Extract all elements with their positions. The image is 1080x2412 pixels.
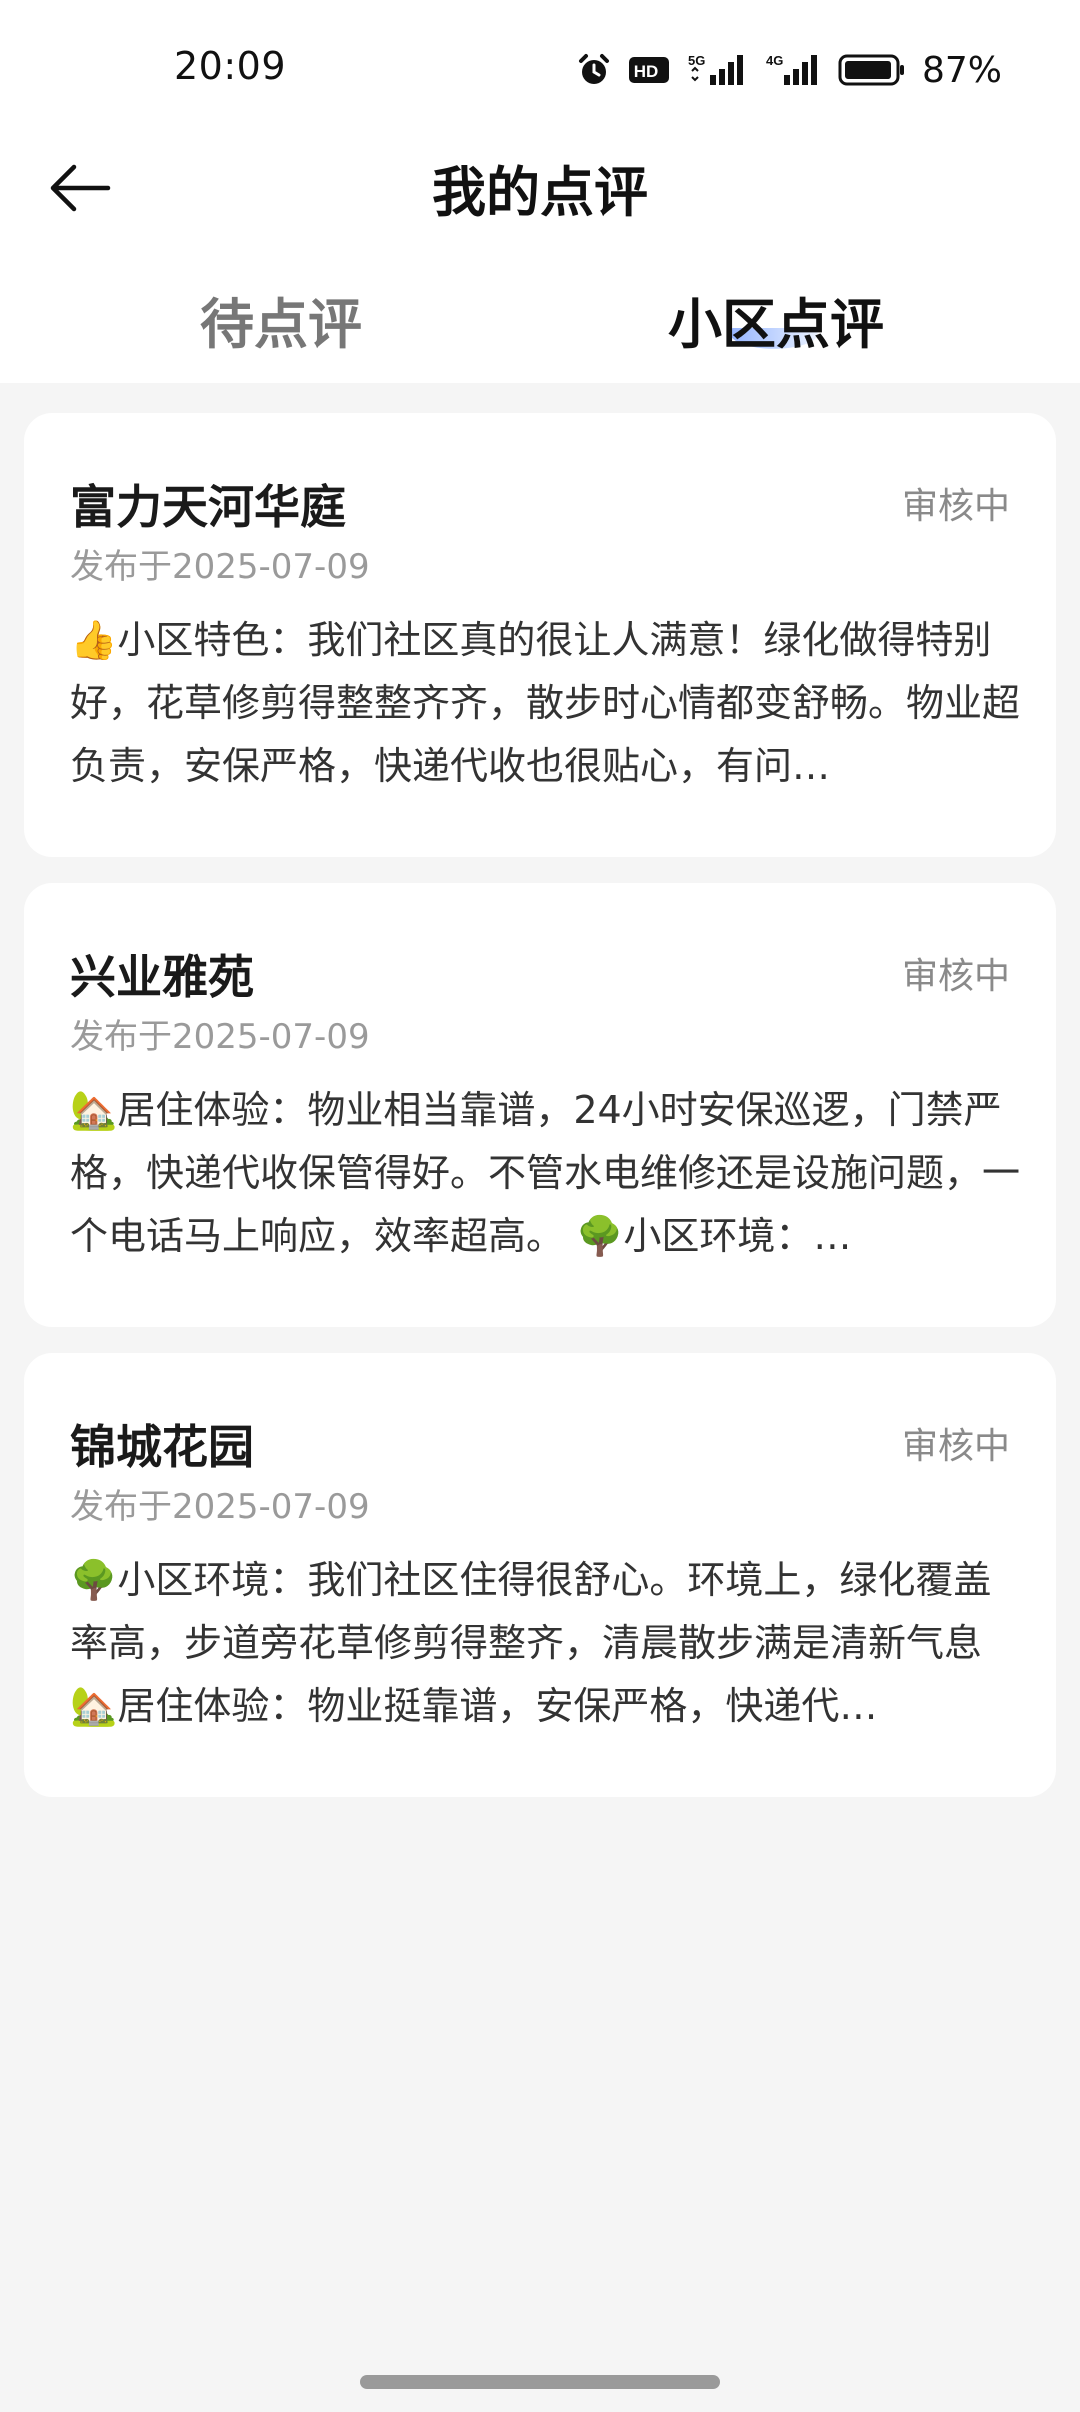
header: 我的点评: [0, 140, 1080, 270]
battery-percentage: 87%: [921, 49, 1002, 91]
review-card[interactable]: 锦城花园 审核中 发布于2025-07-09 🌳小区环境：我们社区住得很舒心。环…: [24, 1353, 1056, 1797]
hd-voice-icon: HD: [628, 55, 670, 85]
page-title: 我的点评: [432, 161, 648, 224]
review-status: 审核中: [901, 956, 1010, 997]
signal-4g-icon: 4G: [766, 53, 822, 87]
status-icons: HD 5G 4G 87%: [576, 44, 1002, 96]
review-card[interactable]: 兴业雅苑 审核中 发布于2025-07-09 🏡居住体验：物业相当靠谱，24小时…: [24, 883, 1056, 1327]
signal-5g-icon: 5G: [686, 53, 750, 87]
review-status: 审核中: [901, 1426, 1010, 1467]
alarm-clock-icon: [576, 52, 612, 88]
publish-date: 发布于2025-07-09: [70, 1017, 370, 1057]
publish-date: 发布于2025-07-09: [70, 1487, 370, 1527]
status-bar: 20:09 HD 5G 4G 87%: [0, 0, 1080, 140]
publish-date: 发布于2025-07-09: [70, 547, 370, 587]
review-content: 👍小区特色：我们社区真的很让人满意！绿化做得特别好，花草修剪得整整齐齐，散步时心…: [70, 618, 1020, 788]
tab-community-review[interactable]: 小区点评: [668, 280, 884, 359]
tab-pending-review[interactable]: 待点评: [200, 280, 362, 359]
status-time: 20:09: [174, 44, 287, 88]
review-status: 审核中: [901, 486, 1010, 527]
review-list: 富力天河华庭 审核中 发布于2025-07-09 👍小区特色：我们社区真的很让人…: [24, 413, 1056, 1823]
tab-bar: 待点评 小区点评: [0, 270, 1080, 383]
community-name: 锦城花园: [70, 1420, 254, 1474]
review-content: 🌳小区环境：我们社区住得很舒心。环境上，绿化覆盖率高，步道旁花草修剪得整齐，清晨…: [70, 1558, 992, 1728]
community-name: 富力天河华庭: [70, 480, 346, 534]
community-name: 兴业雅苑: [70, 950, 254, 1004]
review-content: 🏡居住体验：物业相当靠谱，24小时安保巡逻，门禁严格，快递代收保管得好。不管水电…: [70, 1088, 1020, 1258]
hd-label: HD: [634, 62, 659, 81]
network-5g-label: 5G: [688, 53, 705, 68]
review-card[interactable]: 富力天河华庭 审核中 发布于2025-07-09 👍小区特色：我们社区真的很让人…: [24, 413, 1056, 857]
network-4g-label: 4G: [766, 53, 783, 68]
home-indicator[interactable]: [360, 2375, 720, 2389]
battery-icon: [838, 53, 906, 87]
